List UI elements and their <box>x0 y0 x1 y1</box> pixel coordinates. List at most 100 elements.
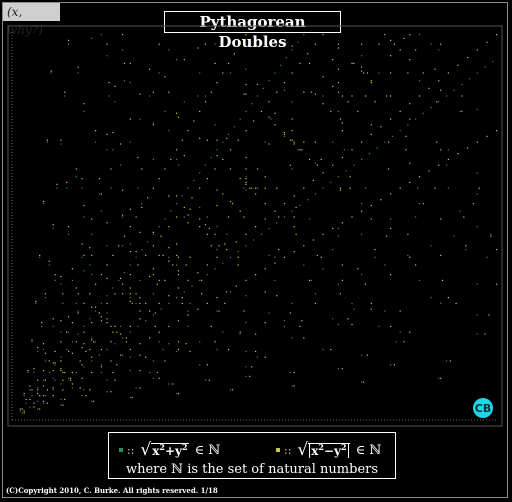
point-diff <box>131 302 133 304</box>
point-diff <box>106 302 108 304</box>
point-sum <box>407 254 409 256</box>
point-sum <box>486 256 488 258</box>
point-diff <box>52 370 54 372</box>
point-diff <box>145 356 147 358</box>
point-diff <box>81 243 83 245</box>
point-diff <box>357 268 359 270</box>
point-diff <box>68 226 70 228</box>
point-sum <box>430 297 432 299</box>
point-diff <box>467 57 469 59</box>
point-sum <box>112 149 114 151</box>
point-diff <box>177 287 180 289</box>
point-diff <box>330 110 332 112</box>
point-diff <box>201 293 203 295</box>
point-diff <box>23 412 25 414</box>
point-diff <box>283 133 286 135</box>
point-diff <box>447 158 449 160</box>
point-diff <box>168 295 170 297</box>
point-diff <box>112 371 114 374</box>
point-sum <box>309 218 311 220</box>
point-diff <box>189 256 191 258</box>
point-diff <box>488 314 490 316</box>
point-sum <box>229 72 232 74</box>
point-diff <box>293 251 295 253</box>
point-diff <box>89 293 91 295</box>
point-sum <box>164 110 166 112</box>
point-diff <box>48 360 50 362</box>
point-sum <box>44 360 46 362</box>
point-sum <box>129 297 131 299</box>
point-diff <box>457 64 459 66</box>
point-sum <box>459 210 461 212</box>
point-diff <box>39 395 41 397</box>
point-sum <box>91 37 93 39</box>
point-diff <box>309 158 311 160</box>
point-sum <box>199 341 201 343</box>
point-sum <box>60 143 62 145</box>
point-sum <box>106 55 108 57</box>
point-sum <box>95 141 97 143</box>
point-sum <box>152 158 154 160</box>
point-sum <box>216 348 218 351</box>
point-diff <box>69 377 72 379</box>
point-diff <box>60 320 62 322</box>
point-sum <box>459 110 461 112</box>
point-diff <box>106 322 108 324</box>
point-sum <box>283 135 286 137</box>
point-sum <box>251 103 253 105</box>
point-diff <box>129 348 131 351</box>
point-diff <box>149 310 151 312</box>
point-diff <box>390 227 392 230</box>
point-diff <box>229 201 232 203</box>
point-sum <box>453 235 455 237</box>
point-diff <box>152 268 154 270</box>
point-sum <box>100 371 102 374</box>
point-sum <box>415 216 417 218</box>
point-diff <box>320 256 322 258</box>
point-diff <box>239 331 241 333</box>
point-diff <box>283 203 286 205</box>
point-sum <box>187 325 189 327</box>
point-diff <box>268 143 270 145</box>
legend-separator: :: <box>284 443 292 457</box>
point-diff <box>216 155 218 157</box>
point-sum <box>445 95 448 97</box>
point-diff <box>218 310 220 312</box>
point-sum <box>91 337 93 339</box>
point-diff <box>243 93 245 95</box>
point-diff <box>95 306 97 308</box>
point-sum <box>332 141 334 143</box>
point-diff <box>276 91 278 93</box>
point-sum <box>216 226 218 228</box>
point-diff <box>110 341 112 343</box>
point-diff <box>152 187 154 189</box>
point-sum <box>42 203 45 205</box>
point-diff <box>484 333 486 335</box>
point-sum <box>160 308 162 310</box>
point-diff <box>486 41 488 43</box>
point-diff <box>463 216 465 218</box>
legend-note: where ℕ is the set of natural numbers <box>125 462 379 477</box>
scatter-plot <box>7 25 503 427</box>
point-diff <box>52 387 54 389</box>
point-diff <box>112 131 114 134</box>
point-diff <box>39 254 41 256</box>
point-sum <box>337 110 340 112</box>
point-diff <box>214 168 216 170</box>
point-diff <box>245 178 247 180</box>
point-diff <box>341 95 343 97</box>
point-diff <box>231 389 234 391</box>
point-diff <box>274 262 276 264</box>
point-diff <box>264 268 266 270</box>
point-diff <box>137 264 139 266</box>
point-diff <box>216 297 218 299</box>
point-diff <box>158 302 160 304</box>
point-diff <box>291 45 293 47</box>
point-diff <box>164 279 166 281</box>
point-sum <box>322 268 324 270</box>
point-sum <box>303 264 305 266</box>
point-sum <box>129 82 131 84</box>
point-sum <box>176 350 178 352</box>
point-sum <box>374 256 376 258</box>
point-sum <box>245 110 247 112</box>
